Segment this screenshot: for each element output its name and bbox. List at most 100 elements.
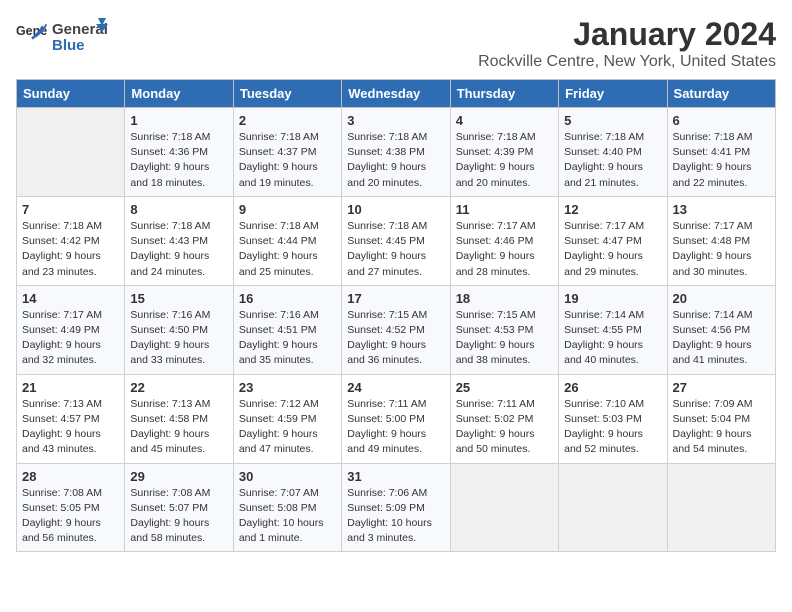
calendar-cell: 10 Sunrise: 7:18 AM Sunset: 4:45 PM Dayli… — [342, 196, 450, 285]
calendar-cell: 24Sunrise: 7:11 AM Sunset: 5:00 PM Dayli… — [342, 374, 450, 463]
calendar-cell: 9 Sunrise: 7:18 AM Sunset: 4:44 PM Daylig… — [233, 196, 341, 285]
calendar-cell: 29Sunrise: 7:08 AM Sunset: 5:07 PM Dayli… — [125, 463, 233, 552]
calendar-week-row: 21 Sunrise: 7:13 AM Sunset: 4:57 PM Dayli… — [17, 374, 776, 463]
cell-info: Sunrise: 7:08 AM Sunset: 5:07 PM Dayligh… — [130, 486, 227, 547]
cell-info: Sunrise: 7:13 AM Sunset: 4:57 PM Dayligh… — [22, 397, 119, 458]
cell-info: Sunrise: 7:16 AM Sunset: 4:50 PM Dayligh… — [130, 308, 227, 369]
calendar-cell: 3 Sunrise: 7:18 AM Sunset: 4:38 PM Daylig… — [342, 108, 450, 197]
day-number: 13 — [673, 202, 770, 217]
calendar-week-row: 14Sunrise: 7:17 AM Sunset: 4:49 PM Dayli… — [17, 285, 776, 374]
day-of-week-header: Wednesday — [342, 80, 450, 108]
day-of-week-header: Tuesday — [233, 80, 341, 108]
day-number: 31 — [347, 469, 444, 484]
cell-info: Sunrise: 7:18 AM Sunset: 4:41 PM Dayligh… — [673, 130, 770, 191]
day-number: 12 — [564, 202, 661, 217]
day-number: 20 — [673, 291, 770, 306]
cell-info: Sunrise: 7:08 AM Sunset: 5:05 PM Dayligh… — [22, 486, 119, 547]
calendar-cell — [559, 463, 667, 552]
calendar-header-row: SundayMondayTuesdayWednesdayThursdayFrid… — [17, 80, 776, 108]
cell-info: Sunrise: 7:18 AM Sunset: 4:45 PM Dayligh… — [347, 219, 444, 280]
day-number: 25 — [456, 380, 553, 395]
day-of-week-header: Sunday — [17, 80, 125, 108]
calendar-cell: 15 Sunrise: 7:16 AM Sunset: 4:50 PM Dayli… — [125, 285, 233, 374]
location-subtitle: Rockville Centre, New York, United State… — [478, 53, 776, 71]
title-area: January 2024 Rockville Centre, New York,… — [478, 16, 776, 71]
day-number: 17 — [347, 291, 444, 306]
cell-info: Sunrise: 7:10 AM Sunset: 5:03 PM Dayligh… — [564, 397, 661, 458]
day-number: 24 — [347, 380, 444, 395]
cell-info: Sunrise: 7:16 AM Sunset: 4:51 PM Dayligh… — [239, 308, 336, 369]
calendar-cell: 16Sunrise: 7:16 AM Sunset: 4:51 PM Dayli… — [233, 285, 341, 374]
day-of-week-header: Thursday — [450, 80, 558, 108]
logo-icon: General — [16, 19, 48, 51]
month-title: January 2024 — [478, 16, 776, 53]
cell-info: Sunrise: 7:18 AM Sunset: 4:36 PM Dayligh… — [130, 130, 227, 191]
cell-info: Sunrise: 7:18 AM Sunset: 4:42 PM Dayligh… — [22, 219, 119, 280]
cell-info: Sunrise: 7:07 AM Sunset: 5:08 PM Dayligh… — [239, 486, 336, 547]
logo-svg: General Blue — [52, 16, 112, 54]
day-number: 19 — [564, 291, 661, 306]
calendar-cell — [450, 463, 558, 552]
day-number: 14 — [22, 291, 119, 306]
calendar-cell: 27 Sunrise: 7:09 AM Sunset: 5:04 PM Dayli… — [667, 374, 775, 463]
svg-text:General: General — [16, 24, 48, 38]
calendar-cell: 23Sunrise: 7:12 AM Sunset: 4:59 PM Dayli… — [233, 374, 341, 463]
day-number: 28 — [22, 469, 119, 484]
calendar-cell: 21 Sunrise: 7:13 AM Sunset: 4:57 PM Dayli… — [17, 374, 125, 463]
day-number: 5 — [564, 113, 661, 128]
cell-info: Sunrise: 7:09 AM Sunset: 5:04 PM Dayligh… — [673, 397, 770, 458]
calendar-cell: 28 Sunrise: 7:08 AM Sunset: 5:05 PM Dayli… — [17, 463, 125, 552]
cell-info: Sunrise: 7:15 AM Sunset: 4:53 PM Dayligh… — [456, 308, 553, 369]
cell-info: Sunrise: 7:18 AM Sunset: 4:39 PM Dayligh… — [456, 130, 553, 191]
cell-info: Sunrise: 7:18 AM Sunset: 4:38 PM Dayligh… — [347, 130, 444, 191]
calendar-cell: 4Sunrise: 7:18 AM Sunset: 4:39 PM Daylig… — [450, 108, 558, 197]
day-number: 26 — [564, 380, 661, 395]
calendar-cell: 8 Sunrise: 7:18 AM Sunset: 4:43 PM Daylig… — [125, 196, 233, 285]
cell-info: Sunrise: 7:18 AM Sunset: 4:43 PM Dayligh… — [130, 219, 227, 280]
calendar-week-row: 7 Sunrise: 7:18 AM Sunset: 4:42 PM Daylig… — [17, 196, 776, 285]
calendar-table: SundayMondayTuesdayWednesdayThursdayFrid… — [16, 79, 776, 552]
cell-info: Sunrise: 7:14 AM Sunset: 4:55 PM Dayligh… — [564, 308, 661, 369]
calendar-cell: 2Sunrise: 7:18 AM Sunset: 4:37 PM Daylig… — [233, 108, 341, 197]
cell-info: Sunrise: 7:18 AM Sunset: 4:44 PM Dayligh… — [239, 219, 336, 280]
day-number: 21 — [22, 380, 119, 395]
calendar-cell: 25Sunrise: 7:11 AM Sunset: 5:02 PM Dayli… — [450, 374, 558, 463]
day-number: 22 — [130, 380, 227, 395]
day-of-week-header: Saturday — [667, 80, 775, 108]
calendar-cell: 6 Sunrise: 7:18 AM Sunset: 4:41 PM Daylig… — [667, 108, 775, 197]
calendar-cell: 12Sunrise: 7:17 AM Sunset: 4:47 PM Dayli… — [559, 196, 667, 285]
calendar-cell: 20 Sunrise: 7:14 AM Sunset: 4:56 PM Dayli… — [667, 285, 775, 374]
calendar-cell: 1Sunrise: 7:18 AM Sunset: 4:36 PM Daylig… — [125, 108, 233, 197]
day-number: 9 — [239, 202, 336, 217]
calendar-cell — [17, 108, 125, 197]
calendar-cell: 30Sunrise: 7:07 AM Sunset: 5:08 PM Dayli… — [233, 463, 341, 552]
calendar-cell: 31Sunrise: 7:06 AM Sunset: 5:09 PM Dayli… — [342, 463, 450, 552]
cell-info: Sunrise: 7:18 AM Sunset: 4:40 PM Dayligh… — [564, 130, 661, 191]
cell-info: Sunrise: 7:15 AM Sunset: 4:52 PM Dayligh… — [347, 308, 444, 369]
cell-info: Sunrise: 7:14 AM Sunset: 4:56 PM Dayligh… — [673, 308, 770, 369]
day-number: 6 — [673, 113, 770, 128]
calendar-cell: 17 Sunrise: 7:15 AM Sunset: 4:52 PM Dayli… — [342, 285, 450, 374]
day-number: 3 — [347, 113, 444, 128]
cell-info: Sunrise: 7:17 AM Sunset: 4:48 PM Dayligh… — [673, 219, 770, 280]
logo: General General Blue — [16, 16, 112, 54]
calendar-cell: 14Sunrise: 7:17 AM Sunset: 4:49 PM Dayli… — [17, 285, 125, 374]
day-of-week-header: Monday — [125, 80, 233, 108]
calendar-body: 1Sunrise: 7:18 AM Sunset: 4:36 PM Daylig… — [17, 108, 776, 552]
calendar-cell: 11Sunrise: 7:17 AM Sunset: 4:46 PM Dayli… — [450, 196, 558, 285]
calendar-cell: 5 Sunrise: 7:18 AM Sunset: 4:40 PM Daylig… — [559, 108, 667, 197]
day-number: 15 — [130, 291, 227, 306]
day-number: 10 — [347, 202, 444, 217]
calendar-cell: 18Sunrise: 7:15 AM Sunset: 4:53 PM Dayli… — [450, 285, 558, 374]
svg-text:Blue: Blue — [52, 37, 85, 54]
calendar-cell: 19 Sunrise: 7:14 AM Sunset: 4:55 PM Dayli… — [559, 285, 667, 374]
cell-info: Sunrise: 7:17 AM Sunset: 4:46 PM Dayligh… — [456, 219, 553, 280]
day-number: 8 — [130, 202, 227, 217]
calendar-cell: 22Sunrise: 7:13 AM Sunset: 4:58 PM Dayli… — [125, 374, 233, 463]
calendar-cell: 7 Sunrise: 7:18 AM Sunset: 4:42 PM Daylig… — [17, 196, 125, 285]
day-number: 7 — [22, 202, 119, 217]
day-number: 27 — [673, 380, 770, 395]
calendar-cell: 26 Sunrise: 7:10 AM Sunset: 5:03 PM Dayli… — [559, 374, 667, 463]
logo-text: General Blue — [52, 16, 112, 54]
cell-info: Sunrise: 7:18 AM Sunset: 4:37 PM Dayligh… — [239, 130, 336, 191]
